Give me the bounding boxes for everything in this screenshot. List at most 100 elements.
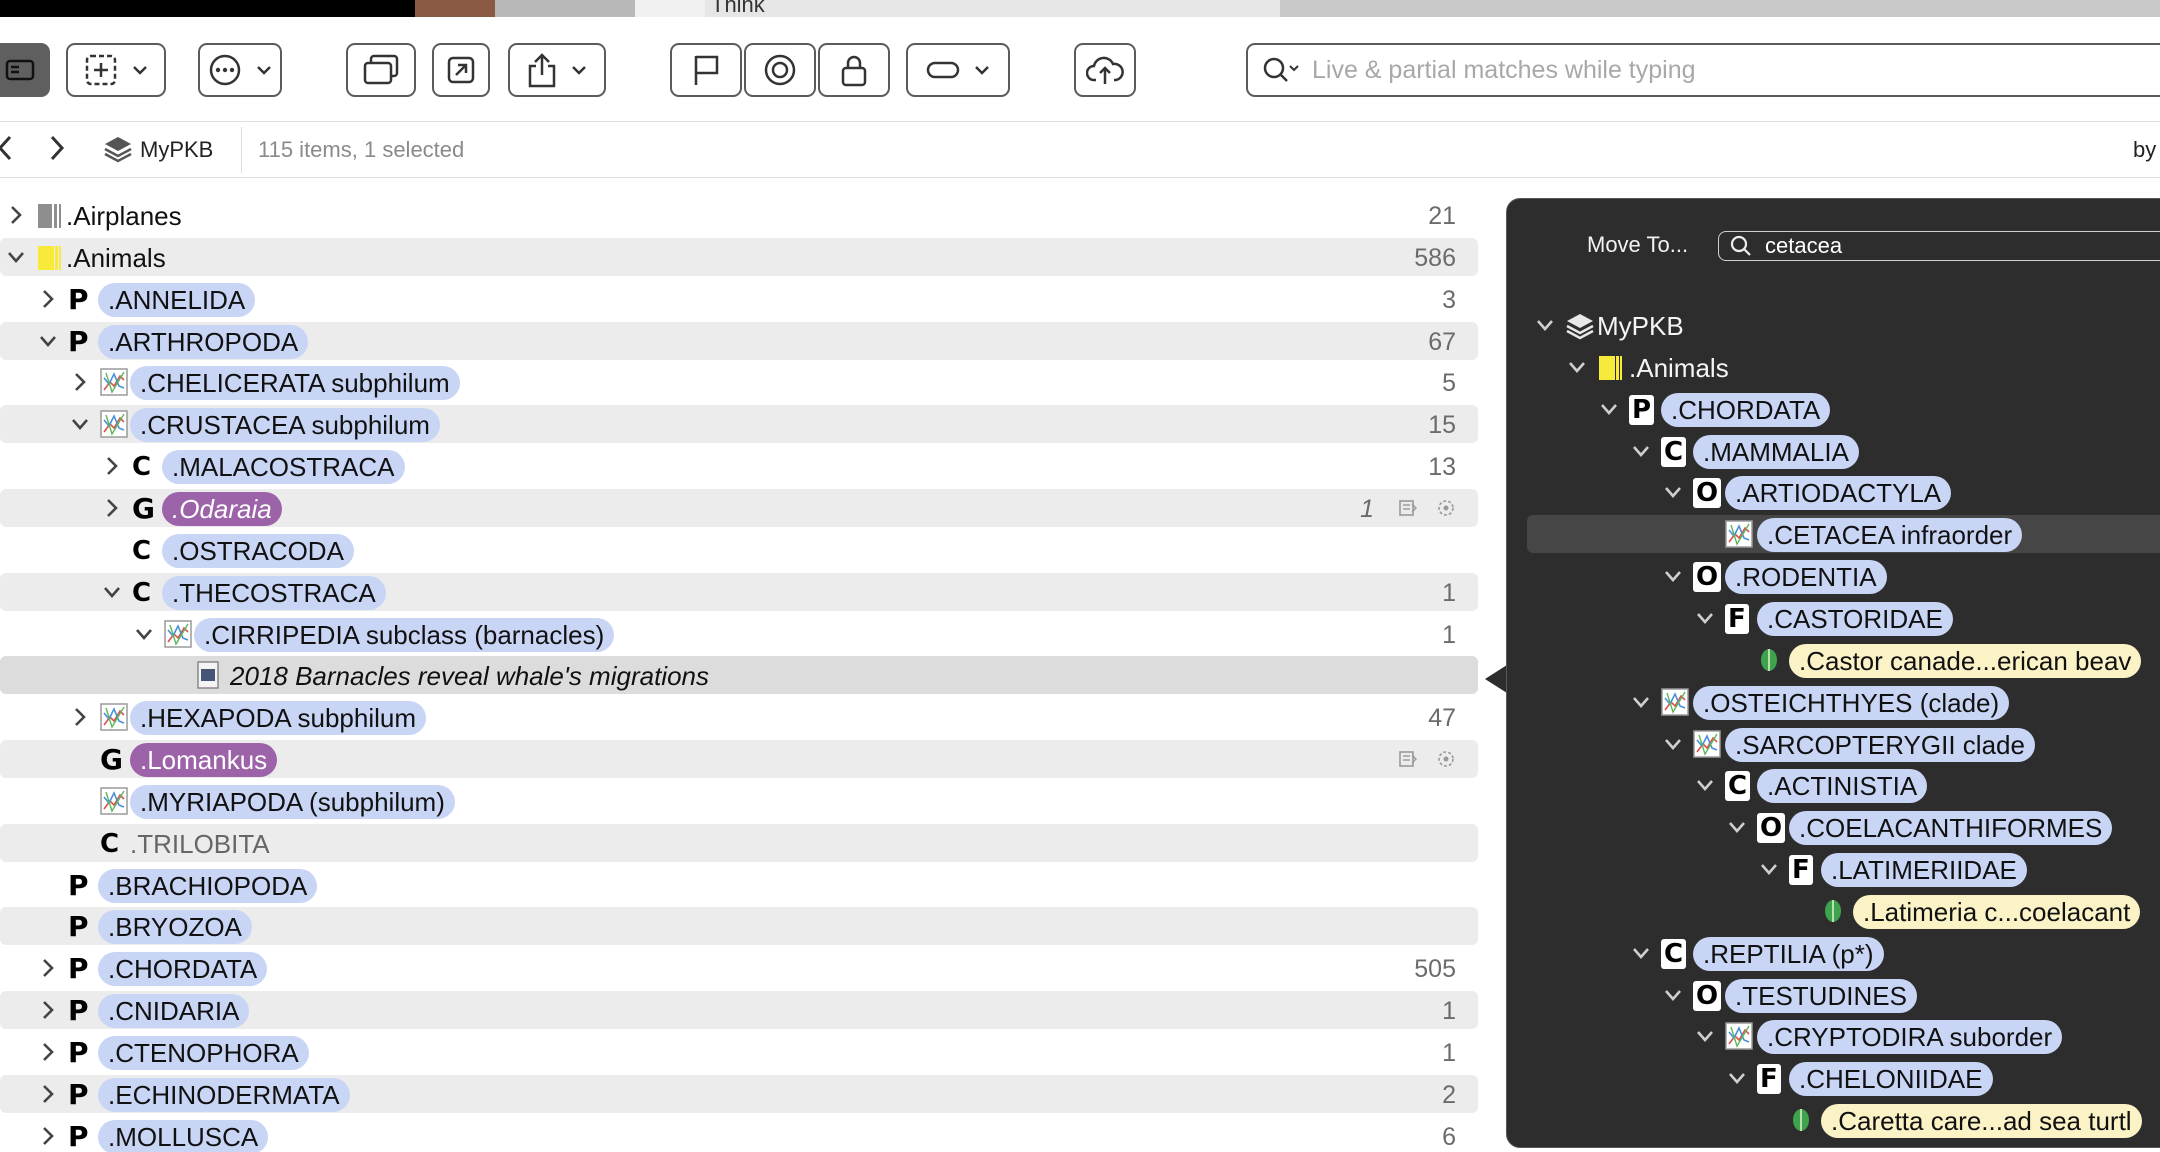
move-to-tree-row[interactable]: .CETACEA infraorder [1507, 515, 2160, 554]
lock-button[interactable] [818, 43, 890, 97]
move-to-tree-row[interactable]: F .CASTORIDAE [1507, 599, 2160, 637]
sort-label[interactable]: by [2133, 137, 2156, 163]
yellow-folder-icon [1597, 353, 1625, 383]
open-in-window-button[interactable] [346, 43, 416, 97]
action-menu-button[interactable] [198, 43, 282, 97]
move-to-tree-row[interactable]: F .CHELONIIDAE [1507, 1059, 2160, 1097]
disclosure-expanded-icon[interactable] [102, 579, 122, 605]
disclosure-collapsed-icon[interactable] [38, 955, 58, 981]
move-to-tree-row[interactable]: .Castor canade...erican beav [1507, 641, 2160, 679]
open-externally-button[interactable] [432, 43, 490, 97]
label-button[interactable] [906, 43, 1010, 97]
chevron-down-icon [975, 66, 989, 75]
sidebar-toggle-button[interactable] [0, 43, 50, 97]
disclosure-collapsed-icon[interactable] [38, 1039, 58, 1065]
disclosure-expanded-icon[interactable] [1727, 814, 1747, 840]
move-to-search-field[interactable]: cetacea [1718, 231, 2160, 261]
outline-row[interactable]: .CHELICERATA subphilum 5 [0, 363, 1480, 401]
disclosure-expanded-icon[interactable] [1631, 940, 1651, 966]
outline-row[interactable]: P .BRYOZOA [0, 907, 1480, 946]
disclosure-expanded-icon[interactable] [1631, 689, 1651, 715]
disclosure-expanded-icon[interactable] [38, 328, 58, 354]
outline-row[interactable]: G .Lomankus [0, 740, 1480, 779]
disclosure-expanded-icon[interactable] [70, 411, 90, 437]
outline-row[interactable]: .CRUSTACEA subphilum 15 [0, 405, 1480, 444]
disclosure-collapsed-icon[interactable] [70, 369, 90, 395]
outline-row[interactable]: .CIRRIPEDIA subclass (barnacles) 1 [0, 615, 1480, 653]
outline-row[interactable]: P .ECHINODERMATA 2 [0, 1074, 1480, 1113]
move-to-tree-row[interactable]: C .ACTINISTIA [1507, 766, 2160, 804]
outline-row[interactable]: P .MOLLUSCA 6 [0, 1117, 1480, 1152]
forward-button[interactable] [46, 133, 66, 172]
outline-row[interactable]: G .Odaraia 1 [0, 488, 1480, 527]
disclosure-expanded-icon[interactable] [1727, 1065, 1747, 1091]
outline-row[interactable]: 2018 Barnacles reveal whale's migrations [0, 656, 1480, 695]
class-icon: C [132, 452, 152, 483]
move-to-tree-row[interactable]: MyPKB [1507, 306, 2160, 344]
share-button[interactable] [508, 43, 606, 97]
move-to-tree-row[interactable]: P .CHORDATA [1507, 390, 2160, 428]
move-to-tree-row[interactable]: O .TESTUDINES [1507, 976, 2160, 1014]
sync-button[interactable] [1074, 43, 1136, 97]
outline-row[interactable]: .HEXAPODA subphilum 47 [0, 698, 1480, 736]
disclosure-expanded-icon[interactable] [1695, 772, 1715, 798]
disclosure-collapsed-icon[interactable] [102, 453, 122, 479]
order-icon: O [1757, 813, 1786, 844]
outline-row[interactable]: C .THECOSTRACA 1 [0, 572, 1480, 611]
new-item-button[interactable] [66, 43, 166, 97]
disclosure-expanded-icon[interactable] [1759, 856, 1779, 882]
outline-row[interactable]: .Airplanes 21 [0, 196, 1480, 234]
disclosure-expanded-icon[interactable] [1631, 438, 1651, 464]
back-button[interactable] [0, 133, 16, 172]
outline-row[interactable]: .MYRIAPODA (subphilum) [0, 782, 1480, 820]
disclosure-collapsed-icon[interactable] [102, 495, 122, 521]
outline-row[interactable]: P .CNIDARIA 1 [0, 991, 1480, 1030]
disclosure-expanded-icon[interactable] [1599, 396, 1619, 422]
outline-row[interactable]: C .OSTRACODA [0, 531, 1480, 569]
flag-button[interactable] [670, 43, 742, 97]
search-icon [1730, 235, 1751, 256]
class-icon: C [132, 535, 152, 566]
disclosure-expanded-icon[interactable] [1663, 982, 1683, 1008]
disclosure-collapsed-icon[interactable] [38, 1123, 58, 1149]
search-field[interactable]: Live & partial matches while typing [1246, 43, 2160, 97]
outline-row[interactable]: P .CHORDATA 505 [0, 949, 1480, 987]
move-to-tree-row[interactable]: C .REPTILIA (p*) [1507, 934, 2160, 972]
disclosure-collapsed-icon[interactable] [70, 704, 90, 730]
move-to-tree-row[interactable]: .Animals [1507, 348, 2160, 386]
outline-row[interactable]: C .TRILOBITA [0, 823, 1480, 862]
move-to-tree-row[interactable]: F .LATIMERIIDAE [1507, 850, 2160, 888]
outline-row[interactable]: P .BRACHIOPODA [0, 866, 1480, 904]
disclosure-expanded-icon[interactable] [1663, 731, 1683, 757]
disclosure-expanded-icon[interactable] [1535, 312, 1555, 338]
outline-row[interactable]: P .ARTHROPODA 67 [0, 321, 1480, 360]
database-name[interactable]: MyPKB [140, 137, 213, 163]
disclosure-collapsed-icon[interactable] [38, 1081, 58, 1107]
move-to-tree-row[interactable]: .CRYPTODIRA suborder [1507, 1017, 2160, 1055]
disclosure-expanded-icon[interactable] [1663, 479, 1683, 505]
move-to-tree-row[interactable]: .OSTEICHTHYES (clade) [1507, 683, 2160, 721]
outline-item-label: .THECOSTRACA [162, 575, 386, 610]
disclosure-collapsed-icon[interactable] [6, 202, 26, 228]
item-count: 1 [1442, 578, 1456, 607]
move-to-tree-row[interactable]: .Latimeria c...coelacant [1507, 892, 2160, 930]
move-to-tree-row[interactable]: .Caretta care...ad sea turtl [1507, 1101, 2160, 1139]
outline-row[interactable]: P .CTENOPHORA 1 [0, 1033, 1480, 1071]
disclosure-expanded-icon[interactable] [134, 621, 154, 647]
disclosure-expanded-icon[interactable] [1695, 605, 1715, 631]
move-to-tree-row[interactable]: .SARCOPTERYGII clade [1507, 725, 2160, 763]
mark-button[interactable] [744, 43, 816, 97]
move-to-tree-row[interactable]: C .MAMMALIA [1507, 432, 2160, 470]
disclosure-expanded-icon[interactable] [1567, 354, 1587, 380]
move-to-tree-row[interactable]: O .COELACANTHIFORMES [1507, 808, 2160, 846]
move-to-tree-row[interactable]: O .RODENTIA [1507, 557, 2160, 595]
disclosure-expanded-icon[interactable] [6, 244, 26, 270]
move-to-tree-row[interactable]: O .ARTIODACTYLA [1507, 473, 2160, 511]
outline-row[interactable]: .Animals 586 [0, 237, 1480, 276]
disclosure-expanded-icon[interactable] [1695, 1023, 1715, 1049]
outline-row[interactable]: P .ANNELIDA 3 [0, 280, 1480, 318]
disclosure-collapsed-icon[interactable] [38, 997, 58, 1023]
disclosure-expanded-icon[interactable] [1663, 563, 1683, 589]
outline-row[interactable]: C .MALACOSTRACA 13 [0, 447, 1480, 485]
disclosure-collapsed-icon[interactable] [38, 286, 58, 312]
